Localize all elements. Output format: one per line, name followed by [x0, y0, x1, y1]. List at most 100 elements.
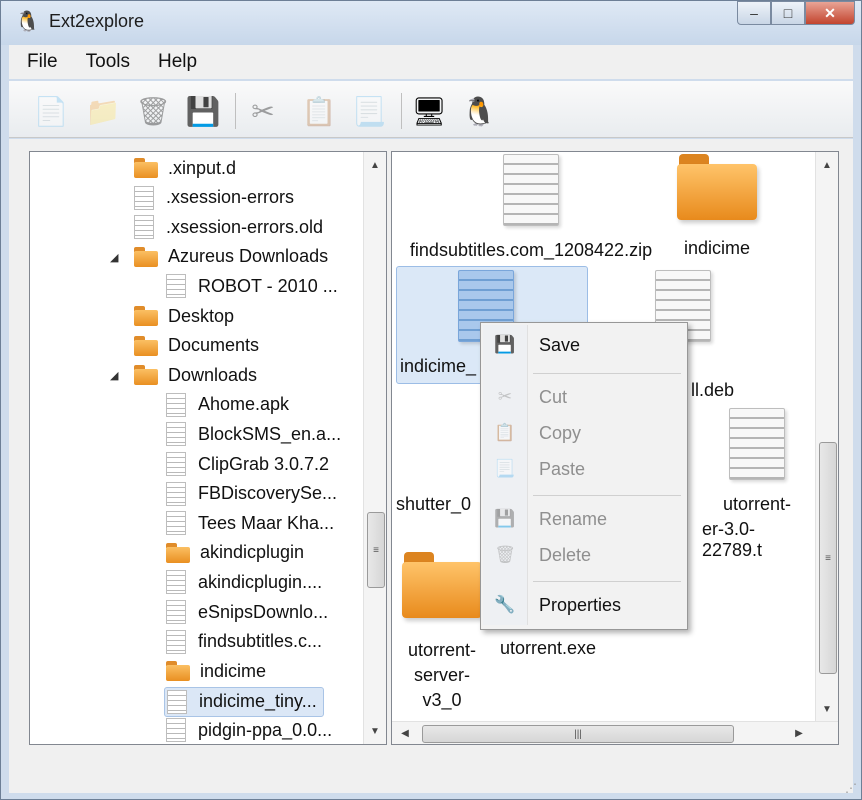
- tree-folder-item[interactable]: Documents: [132, 332, 265, 360]
- document-icon: [166, 392, 186, 417]
- horizontal-scroll-thumb[interactable]: |||: [422, 725, 734, 743]
- window-title: Ext2explore: [49, 11, 145, 31]
- tree-file-item[interactable]: pidgin-ppa_0.0...: [164, 716, 338, 744]
- document-icon: [166, 570, 186, 595]
- tree-folder-item[interactable]: Azureus Downloads: [132, 243, 334, 271]
- document-icon: [166, 274, 186, 299]
- tree-folder-item[interactable]: indicime: [164, 657, 272, 685]
- computer-icon[interactable]: 🖥: [409, 91, 449, 131]
- close-button[interactable]: ✕: [805, 1, 855, 25]
- trash-icon[interactable]: 🗑: [133, 91, 173, 131]
- tree-item-label: .xsession-errors.old: [166, 216, 324, 237]
- menu-tools[interactable]: Tools: [86, 51, 130, 73]
- file-item-label: findsubtitles.com_1208422.zip: [409, 240, 653, 260]
- linux-tux-icon: 🐧: [15, 11, 40, 33]
- tree-file-item[interactable]: ROBOT - 2010 ...: [164, 272, 344, 300]
- tree-file-item[interactable]: Tees Maar Kha...: [164, 509, 340, 537]
- paste-icon[interactable]: 📃: [349, 91, 389, 131]
- linux-tux-icon[interactable]: 🐧: [459, 91, 499, 131]
- scroll-thumb[interactable]: ≡: [367, 512, 385, 588]
- folder-item[interactable]: utorrent- server- v3_0: [394, 552, 490, 711]
- file-item[interactable]: utorrent.exe: [492, 638, 604, 659]
- tree-file-item[interactable]: ClipGrab 3.0.7.2: [164, 450, 335, 478]
- menu-separator: [533, 581, 681, 582]
- document-icon: [166, 600, 186, 624]
- minimize-button[interactable]: –: [737, 1, 771, 25]
- expander-arrow-icon[interactable]: ◢: [110, 251, 118, 264]
- context-item-label: Cut: [539, 386, 568, 407]
- menu-file[interactable]: File: [27, 51, 58, 73]
- toolbar-separator: [401, 93, 402, 129]
- file-item[interactable]: findsubtitles.com_1208422.zip: [400, 154, 662, 261]
- scroll-thumb[interactable]: ≡: [819, 442, 837, 674]
- menu-help[interactable]: Help: [158, 51, 197, 73]
- scroll-up-button[interactable]: ▲: [364, 154, 386, 176]
- context-paste[interactable]: 📃 Paste: [483, 453, 683, 485]
- context-copy[interactable]: 📋 Copy: [483, 417, 683, 449]
- tree-file-item[interactable]: FBDiscoverySe...: [164, 480, 343, 508]
- files-vertical-scrollbar[interactable]: ▲ ≡ ▼: [815, 152, 838, 722]
- resize-grip[interactable]: ⋰: [845, 781, 857, 795]
- context-cut[interactable]: ✂ Cut: [483, 381, 683, 413]
- title-bar[interactable]: 🐧 Ext2explore – □ ✕: [1, 1, 861, 45]
- context-rename[interactable]: 💾 Rename: [483, 503, 683, 535]
- tree-file-item[interactable]: akindicplugin....: [164, 568, 328, 596]
- scroll-down-button[interactable]: ▼: [816, 698, 838, 720]
- tree-file-item[interactable]: findsubtitles.c...: [164, 628, 328, 656]
- file-item-label-line2: er-3.0-22789.t: [702, 519, 763, 560]
- tree-item-label: indicime_tiny...: [199, 691, 317, 712]
- context-delete[interactable]: 🗑 Delete: [483, 539, 683, 571]
- tree-folder-item[interactable]: Downloads: [132, 361, 263, 389]
- app-window: 🐧 Ext2explore – □ ✕ File Tools Help 📄 📁 …: [0, 0, 862, 800]
- tree-item-label: Azureus Downloads: [168, 246, 329, 267]
- new-file-icon[interactable]: 📄: [31, 91, 71, 131]
- rename-icon: 💾: [494, 509, 516, 528]
- folder-item-label-line3: v3_0: [422, 690, 462, 710]
- tree-item-label: pidgin-ppa_0.0...: [198, 719, 333, 740]
- expander-arrow-icon[interactable]: ◢: [110, 369, 118, 382]
- folder-icon: [134, 246, 158, 267]
- tree-file-item[interactable]: .xsession-errors: [132, 184, 300, 212]
- folder-item-label-line2: server-: [413, 665, 470, 685]
- tree-file-item[interactable]: eSnipsDownlo...: [164, 598, 334, 626]
- tree-item-label: akindicplugin....: [198, 571, 323, 592]
- tree-item-label: Downloads: [168, 364, 258, 385]
- tree-item-label: findsubtitles.c...: [198, 631, 323, 652]
- tree-item-label: BlockSMS_en.a...: [198, 423, 342, 444]
- toolbar-separator: [235, 93, 236, 129]
- tree-file-item[interactable]: .xsession-errors.old: [132, 213, 329, 241]
- context-properties[interactable]: 🔧 Properties: [483, 589, 683, 621]
- main-content: .xinput.d .xsession-errors .xsession-error…: [9, 139, 853, 793]
- scroll-left-button[interactable]: ◀: [394, 722, 416, 744]
- scroll-down-button[interactable]: ▼: [364, 720, 386, 742]
- tree-vertical-scrollbar[interactable]: ▲ ≡ ▼: [363, 152, 386, 744]
- menu-separator: [533, 373, 681, 374]
- context-save[interactable]: 💾 Save: [483, 329, 683, 361]
- copy-icon[interactable]: 📋: [299, 91, 339, 131]
- tree-file-item[interactable]: indicime_tiny...: [164, 686, 324, 717]
- cut-icon[interactable]: ✂: [243, 91, 283, 131]
- tree-folder-item[interactable]: Desktop: [132, 302, 240, 330]
- document-icon: [134, 215, 154, 240]
- file-item[interactable]: utorrent- er-3.0-22789.t: [702, 408, 812, 561]
- tree-item-label: FBDiscoverySe...: [198, 483, 338, 504]
- folder-item[interactable]: indicime: [662, 154, 772, 259]
- menu-bar: File Tools Help: [9, 45, 853, 79]
- document-icon: [166, 422, 186, 447]
- tree-file-item[interactable]: Ahome.apk: [164, 391, 295, 419]
- tree-folder-item[interactable]: .xinput.d: [132, 154, 242, 182]
- scroll-right-button[interactable]: ▶: [788, 722, 810, 744]
- document-icon: [166, 511, 186, 536]
- folder-icon[interactable]: 📁: [83, 91, 123, 131]
- tree-item-label: indicime: [200, 660, 267, 681]
- tree-file-item[interactable]: BlockSMS_en.a...: [164, 420, 347, 448]
- document-icon: [134, 185, 154, 210]
- save-icon: 💾: [494, 335, 516, 354]
- save-icon[interactable]: 💾: [183, 91, 223, 131]
- document-icon: [166, 718, 186, 743]
- files-horizontal-scrollbar[interactable]: ◀ ||| ▶: [392, 721, 838, 744]
- maximize-button[interactable]: □: [771, 1, 805, 25]
- tree-folder-item[interactable]: akindicplugin: [164, 539, 310, 567]
- file-item[interactable]: shutter_0: [396, 494, 486, 515]
- scroll-up-button[interactable]: ▲: [816, 154, 838, 176]
